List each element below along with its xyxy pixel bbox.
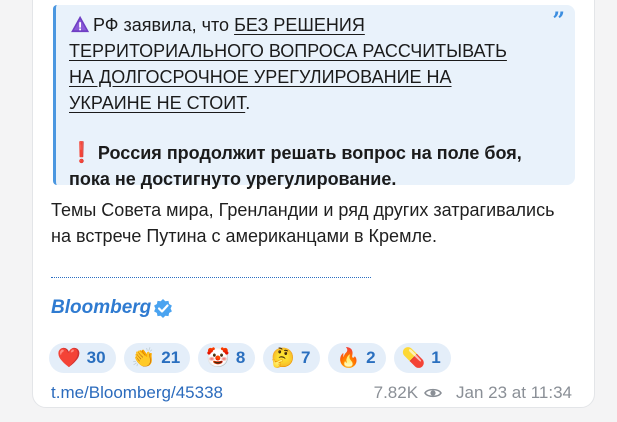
reaction-count: 8 bbox=[235, 348, 246, 367]
dotted-divider bbox=[51, 277, 371, 278]
pill-icon: 💊 bbox=[401, 347, 426, 369]
post-meta: 7.82K Jan 23 at 11:34 bbox=[374, 383, 572, 403]
post-body-text: Темы Совета мира, Гренландии и ряд други… bbox=[51, 200, 555, 246]
reaction-count: 2 bbox=[366, 348, 376, 367]
post-link[interactable]: t.me/Bloomberg/45338 bbox=[51, 383, 223, 403]
quote-mark-icon: ” bbox=[552, 8, 565, 34]
clap-icon: 👏 bbox=[131, 347, 156, 369]
thinking-face-icon: 🤔 bbox=[271, 347, 295, 369]
quote-paragraph-2: ❗ Россия продолжит решать вопрос на поле … bbox=[69, 140, 535, 192]
post-date: Jan 23 at 11:34 bbox=[456, 383, 572, 402]
reaction-fire[interactable]: 🔥 2 bbox=[328, 343, 386, 373]
reaction-thinking[interactable]: 🤔 7 bbox=[263, 343, 321, 373]
reaction-clown[interactable]: 🤡 8 bbox=[198, 343, 256, 373]
fire-icon: 🔥 bbox=[336, 347, 361, 369]
channel-post-card: ” РФ заявила, что БЕЗ РЕШЕНИЯ ТЕРРИТОРИА… bbox=[32, 0, 595, 408]
brand-signature[interactable]: Bloomberg bbox=[51, 297, 173, 319]
eye-icon bbox=[424, 388, 442, 398]
reaction-count: 30 bbox=[86, 348, 106, 367]
reaction-clap[interactable]: 👏 21 bbox=[123, 343, 191, 373]
reaction-count: 21 bbox=[161, 348, 181, 367]
reactions-bar: ❤️ 30 👏 21 🤡 8 🤔 7 🔥 2 💊 1 bbox=[49, 343, 451, 373]
quote-text-suffix: . bbox=[245, 93, 251, 113]
reaction-count: 1 bbox=[431, 348, 441, 367]
reaction-heart[interactable]: ❤️ 30 bbox=[49, 343, 116, 373]
warning-icon bbox=[71, 15, 90, 33]
reaction-count: 7 bbox=[301, 348, 311, 367]
clown-icon: 🤡 bbox=[206, 347, 230, 369]
blockquote: ” РФ заявила, что БЕЗ РЕШЕНИЯ ТЕРРИТОРИА… bbox=[53, 5, 575, 189]
heart-icon: ❤️ bbox=[57, 347, 81, 369]
quote-text-prefix: РФ заявила, что bbox=[93, 15, 235, 35]
reaction-pill[interactable]: 💊 1 bbox=[393, 343, 451, 373]
views-count: 7.82K bbox=[373, 383, 419, 402]
brand-name[interactable]: Bloomberg bbox=[51, 297, 151, 319]
quote-paragraph-2-text: Россия продолжит решать вопрос на поле б… bbox=[69, 143, 522, 189]
exclamation-icon: ❗ bbox=[69, 142, 94, 164]
quote-paragraph-1: РФ заявила, что БЕЗ РЕШЕНИЯ ТЕРРИТОРИАЛЬ… bbox=[69, 12, 535, 116]
verified-badge-icon bbox=[154, 299, 173, 318]
